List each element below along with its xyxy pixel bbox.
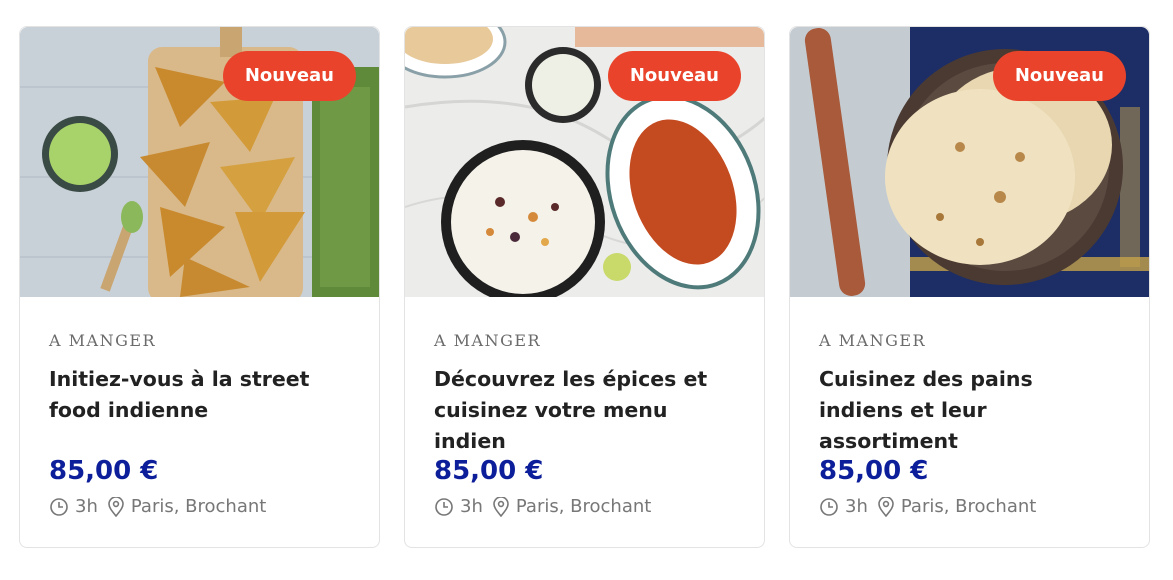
workshop-card-grid: Nouveau A MANGER Initiez-vous à la stree… xyxy=(19,26,1150,548)
card-duration: 3h xyxy=(845,496,868,517)
clock-icon xyxy=(435,497,453,516)
card-price: 85,00 € xyxy=(49,456,159,486)
card-title[interactable]: Découvrez les épices et cuisinez votre m… xyxy=(434,364,735,453)
clock-icon xyxy=(820,497,838,516)
clock-icon xyxy=(50,497,68,516)
workshop-card[interactable]: Nouveau A MANGER Cuisinez des pains indi… xyxy=(789,26,1150,548)
card-title[interactable]: Cuisinez des pains indiens et leur assor… xyxy=(819,364,1120,453)
new-badge: Nouveau xyxy=(222,51,356,101)
card-image-samosas[interactable]: Nouveau xyxy=(20,27,379,297)
location-pin-icon xyxy=(878,496,894,517)
card-meta: 3h Paris, Brochant xyxy=(434,496,735,517)
workshop-card[interactable]: Nouveau A MANGER Initiez-vous à la stree… xyxy=(19,26,380,548)
new-badge: Nouveau xyxy=(607,51,741,101)
card-location: Paris, Brochant xyxy=(130,496,267,517)
workshop-card[interactable]: Nouveau A MANGER Découvrez les épices et… xyxy=(404,26,765,548)
card-location: Paris, Brochant xyxy=(515,496,652,517)
card-meta: 3h Paris, Brochant xyxy=(49,496,350,517)
location-pin-icon xyxy=(493,496,509,517)
card-category: A MANGER xyxy=(819,331,927,350)
new-badge: Nouveau xyxy=(992,51,1126,101)
card-duration: 3h xyxy=(460,496,483,517)
card-duration: 3h xyxy=(75,496,98,517)
card-image-rice-curry[interactable]: Nouveau xyxy=(405,27,764,297)
card-category: A MANGER xyxy=(49,331,157,350)
card-category: A MANGER xyxy=(434,331,542,350)
card-image-flatbreads[interactable]: Nouveau xyxy=(790,27,1149,297)
card-price: 85,00 € xyxy=(819,456,929,486)
card-location: Paris, Brochant xyxy=(900,496,1037,517)
card-meta: 3h Paris, Brochant xyxy=(819,496,1120,517)
card-price: 85,00 € xyxy=(434,456,544,486)
location-pin-icon xyxy=(108,496,124,517)
card-title[interactable]: Initiez-vous à la street food indienne xyxy=(49,364,350,426)
